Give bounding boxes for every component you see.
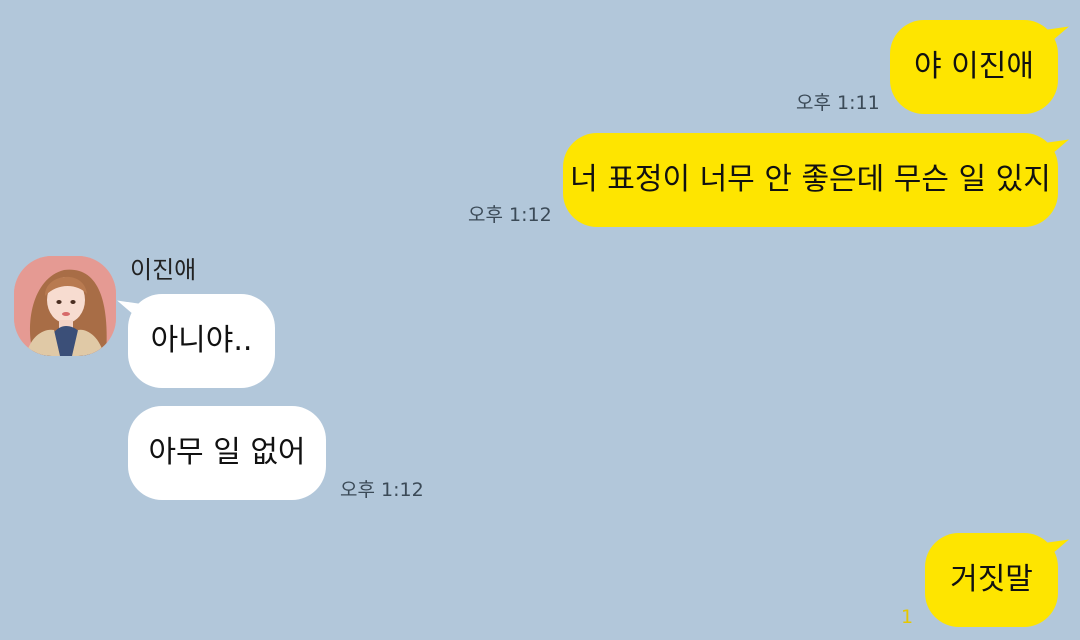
- profile-photo-icon: [14, 256, 116, 356]
- message-bubble-mine[interactable]: 야 이진애: [890, 20, 1058, 114]
- message-time: 오후 1:12: [340, 479, 424, 501]
- message-text: 너 표정이 너무 안 좋은데 무슨 일 있지: [570, 162, 1051, 197]
- message-bubble-theirs[interactable]: 아무 일 없어: [128, 406, 326, 500]
- message-bubble-theirs[interactable]: 아니야..: [128, 294, 275, 388]
- message-text: 야 이진애: [914, 49, 1034, 84]
- message-bubble-mine[interactable]: 너 표정이 너무 안 좋은데 무슨 일 있지: [563, 133, 1058, 227]
- message-text: 거짓말: [950, 562, 1033, 597]
- message-time: 오후 1:12: [468, 204, 552, 226]
- sender-name: 이진애: [130, 256, 197, 284]
- unread-count: 1: [901, 606, 914, 628]
- message-bubble-mine[interactable]: 거짓말: [925, 533, 1058, 627]
- message-text: 아니야..: [150, 323, 253, 358]
- message-text: 아무 일 없어: [148, 435, 306, 470]
- avatar[interactable]: [14, 256, 116, 356]
- message-time: 오후 1:11: [796, 92, 880, 114]
